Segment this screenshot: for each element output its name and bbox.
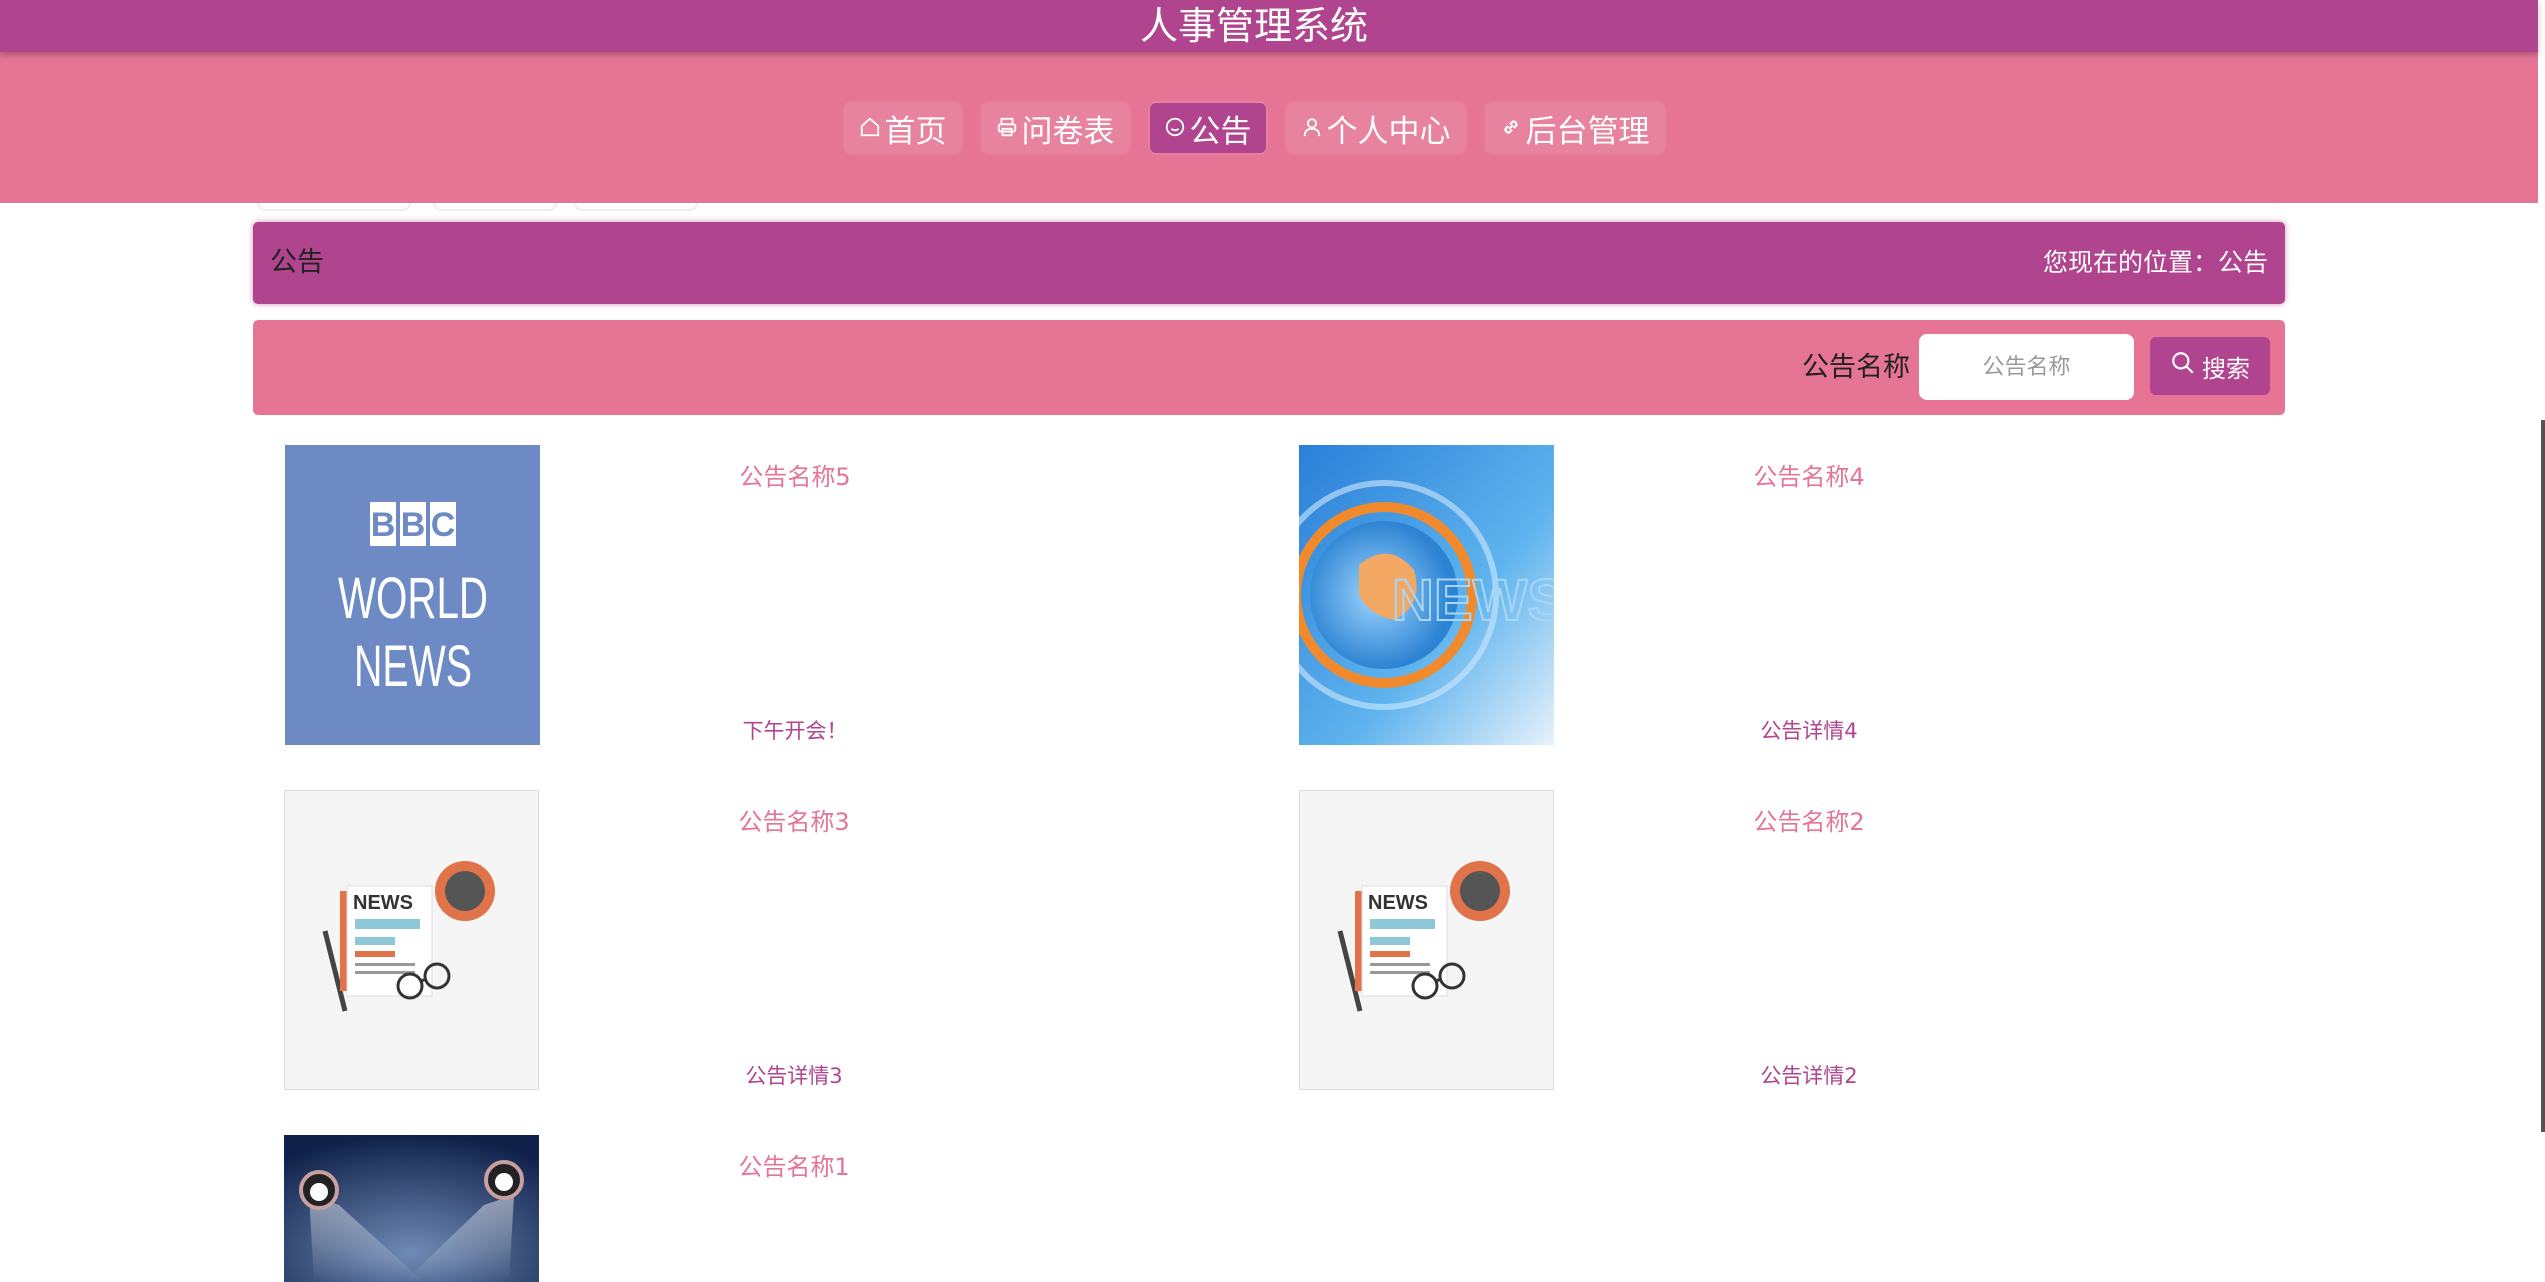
breadcrumb: 公告 您现在的位置：公告	[253, 222, 2285, 304]
system-title: 人事管理系统	[1139, 4, 1368, 48]
user-icon	[1301, 110, 1323, 146]
nav-item-admin[interactable]: 后台管理	[1485, 103, 1664, 153]
smile-icon	[1164, 110, 1186, 146]
nav-item-label: 首页	[884, 113, 947, 150]
notice-image[interactable]: NEWS	[1299, 445, 1554, 745]
main-navigation: 首页 问卷表 公告 个人中心 后台管理	[0, 52, 2538, 203]
svg-text:NEWS: NEWS	[354, 634, 472, 699]
printer-icon	[996, 110, 1018, 146]
nav-item-profile[interactable]: 个人中心	[1286, 103, 1465, 153]
search-label: 公告名称	[1802, 352, 1910, 383]
nav-item-notice[interactable]: 公告	[1149, 103, 1266, 153]
notice-name[interactable]: 公告名称5	[540, 457, 1050, 492]
svg-text:WORLD: WORLD	[338, 566, 488, 631]
notice-card[interactable]: NEWS 公告名称4 公告详情4	[1299, 445, 2299, 745]
notice-image[interactable]: NEWS	[284, 790, 539, 1090]
svg-text:NEWS: NEWS	[1368, 892, 1428, 914]
svg-text:B: B	[371, 506, 396, 544]
notice-name[interactable]: 公告名称4	[1554, 457, 2064, 492]
search-button[interactable]: 搜索	[2150, 337, 2270, 395]
notice-name[interactable]: 公告名称1	[539, 1147, 1049, 1182]
page-title: 公告	[270, 247, 324, 278]
top-header-bar: 人事管理系统	[0, 0, 2538, 52]
home-icon	[859, 110, 881, 146]
svg-text:NEWS: NEWS	[353, 892, 413, 914]
current-location: 您现在的位置：公告	[2042, 248, 2268, 277]
nav-item-label: 问卷表	[1021, 113, 1115, 150]
notice-card[interactable]: B B C WORLD NEWS 公告名称5 下午开会！	[285, 445, 1285, 745]
nav-item-label: 后台管理	[1525, 113, 1650, 150]
search-bar: 公告名称 搜索	[253, 320, 2285, 415]
notice-name[interactable]: 公告名称2	[1554, 802, 2064, 837]
notice-image[interactable]: B B C WORLD NEWS	[285, 445, 540, 745]
notice-image[interactable]	[284, 1135, 539, 1282]
svg-text:NEWS: NEWS	[1392, 568, 1554, 633]
search-button-label: 搜索	[2202, 354, 2250, 383]
svg-text:C: C	[431, 506, 456, 544]
notice-card[interactable]: NEWS 公告名称3 公告详情3	[284, 790, 1284, 1090]
nav-list: 首页 问卷表 公告 个人中心 后台管理	[0, 103, 2508, 153]
scrollbar[interactable]	[2541, 420, 2545, 1132]
notice-detail: 公告详情3	[745, 1064, 843, 1088]
svg-text:B: B	[401, 506, 426, 544]
nav-item-survey[interactable]: 问卷表	[981, 103, 1129, 153]
nav-item-label: 公告	[1189, 113, 1252, 150]
notice-detail: 下午开会！	[742, 719, 848, 743]
nav-item-label: 个人中心	[1326, 113, 1451, 150]
notice-detail: 公告详情2	[1760, 1064, 1858, 1088]
notice-card[interactable]: 公告名称1	[284, 1135, 1284, 1282]
search-input[interactable]	[1919, 334, 2134, 400]
notice-detail: 公告详情4	[1760, 719, 1858, 743]
notice-name[interactable]: 公告名称3	[539, 802, 1049, 837]
search-icon	[2170, 350, 2196, 382]
notice-card[interactable]: NEWS 公告名称2 公告详情2	[1299, 790, 2299, 1090]
notice-image[interactable]: NEWS	[1299, 790, 1554, 1090]
nav-item-home[interactable]: 首页	[844, 103, 961, 153]
link-icon	[1500, 110, 1522, 146]
